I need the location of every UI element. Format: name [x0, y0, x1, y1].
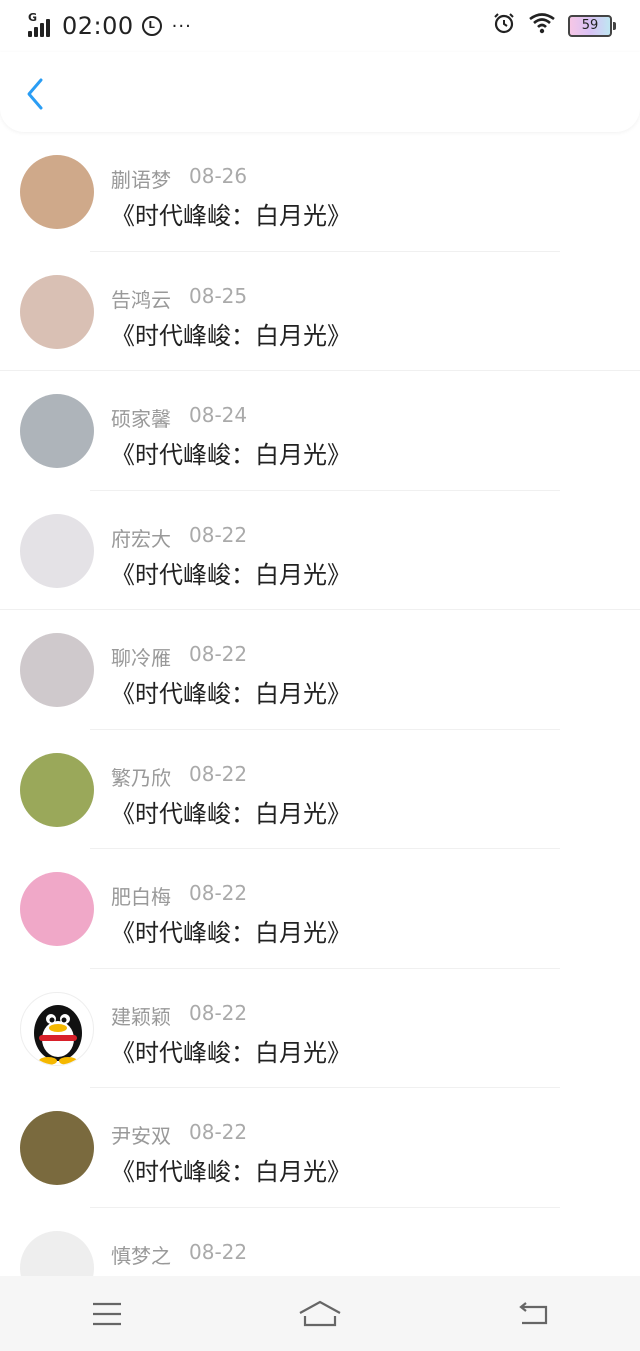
item-date: 08-22: [189, 1000, 248, 1025]
item-date: 08-24: [189, 403, 248, 427]
avatar[interactable]: [20, 394, 94, 468]
author-name: 建颖颖: [111, 1004, 171, 1029]
chevron-left-icon: [27, 78, 43, 110]
list-item[interactable]: 蒯语梦 08-26 《时代峰峻：白月光》: [0, 132, 640, 252]
item-date: 08-22: [189, 522, 248, 547]
author-name: 肥白梅: [111, 885, 171, 909]
top-nav-bar: [0, 52, 640, 132]
item-title[interactable]: 《时代峰峻：白月光》: [111, 316, 351, 351]
list-item[interactable]: 尹安双 08-22 《时代峰峻：白月光》: [0, 1088, 640, 1208]
avatar[interactable]: [20, 991, 94, 1066]
avatar[interactable]: [20, 274, 94, 349]
item-date: 08-26: [189, 164, 248, 188]
author-name: 尹安双: [111, 1124, 171, 1148]
list-item[interactable]: 告鸿云 08-25 《时代峰峻：白月光》: [0, 252, 640, 371]
avatar[interactable]: [20, 155, 94, 229]
battery-icon: 59: [568, 15, 616, 37]
item-meta: 繁乃欣 08-22: [111, 762, 247, 791]
clock: 02:00: [62, 12, 134, 40]
system-nav-bar: [0, 1276, 640, 1351]
alarm-icon: [492, 11, 516, 41]
item-title[interactable]: 《时代峰峻：白月光》: [111, 794, 351, 829]
avatar[interactable]: [20, 1230, 94, 1276]
list-item[interactable]: 慎梦之08-22《时代峰峻：白月光》: [0, 1208, 640, 1276]
item-title[interactable]: 《时代峰峻：白月光》: [111, 674, 351, 709]
item-meta: 建颖颖 08-22: [111, 1001, 247, 1030]
item-meta: 肥白梅 08-22: [111, 881, 247, 910]
avatar[interactable]: [20, 513, 94, 588]
battery-level: 59: [581, 18, 599, 33]
item-title[interactable]: 《时代峰峻：白月光》: [111, 555, 351, 590]
author-name: 慎梦之: [111, 1243, 171, 1268]
status-bar: G 02:00 L ··· 59: [0, 0, 640, 52]
status-indicator-icon: L: [141, 16, 162, 36]
item-meta: 告鸿云 08-25: [111, 284, 247, 313]
item-date: 08-22: [189, 1239, 248, 1264]
list-item[interactable]: 繁乃欣 08-22 《时代峰峻：白月光》: [0, 730, 640, 849]
item-title[interactable]: 《时代峰峻：白月光》: [111, 1033, 351, 1068]
item-date: 08-22: [189, 642, 248, 666]
item-title[interactable]: 《时代峰峻：白月光》: [111, 196, 351, 231]
item-meta: 聊冷雁 08-22: [111, 642, 247, 671]
status-right: 59: [492, 11, 616, 41]
list-item[interactable]: 建颖颖 08-22 《时代峰峻：白月光》: [0, 969, 640, 1088]
back-button[interactable]: [20, 74, 50, 114]
list-item[interactable]: 硕家馨 08-24 《时代峰峻：白月光》: [0, 371, 640, 491]
author-name: 硕家馨: [111, 407, 171, 431]
home-icon: [299, 1300, 341, 1326]
wifi-icon: [528, 12, 556, 40]
item-title[interactable]: 《时代峰峻：白月光》: [111, 913, 351, 948]
menu-button[interactable]: [77, 1284, 137, 1344]
list-item[interactable]: 聊冷雁 08-22 《时代峰峻：白月光》: [0, 610, 640, 730]
item-meta: 硕家馨 08-24: [111, 403, 247, 432]
list-item[interactable]: 府宏大 08-22 《时代峰峻：白月光》: [0, 491, 640, 610]
item-title[interactable]: 《时代峰峻：白月光》: [111, 1152, 351, 1187]
item-title[interactable]: 《时代峰峻：白月光》: [111, 435, 351, 470]
item-date: 08-22: [189, 761, 248, 786]
status-left: G 02:00 L ···: [28, 11, 192, 40]
item-meta: 慎梦之 08-22: [111, 1240, 247, 1269]
item-date: 08-25: [189, 283, 248, 308]
avatar[interactable]: [20, 752, 94, 827]
network-type: G: [28, 11, 38, 24]
item-date: 08-22: [189, 1120, 248, 1144]
avatar[interactable]: [20, 872, 94, 946]
author-name: 繁乃欣: [111, 765, 171, 790]
author-name: 告鸿云: [111, 287, 171, 312]
author-name: 蒯语梦: [111, 168, 171, 192]
item-meta: 尹安双 08-22: [111, 1120, 247, 1149]
more-notifications: ···: [171, 15, 192, 37]
avatar[interactable]: [20, 633, 94, 707]
signal-icon: G: [28, 11, 54, 37]
list-item[interactable]: 肥白梅 08-22 《时代峰峻：白月光》: [0, 849, 640, 969]
item-meta: 蒯语梦 08-26: [111, 164, 247, 193]
author-name: 聊冷雁: [111, 646, 171, 670]
back-nav-button[interactable]: [503, 1284, 563, 1344]
menu-icon: [92, 1302, 121, 1325]
back-icon: [519, 1301, 548, 1324]
item-meta: 府宏大 08-22: [111, 523, 247, 552]
item-date: 08-22: [189, 881, 248, 905]
home-button[interactable]: [290, 1284, 350, 1344]
avatar[interactable]: [20, 1111, 94, 1185]
author-name: 府宏大: [111, 526, 171, 551]
message-list: 蒯语梦 08-26 《时代峰峻：白月光》 告鸿云 08-25 《时代峰峻：白月光》 硕家馨 0…: [0, 132, 640, 1276]
